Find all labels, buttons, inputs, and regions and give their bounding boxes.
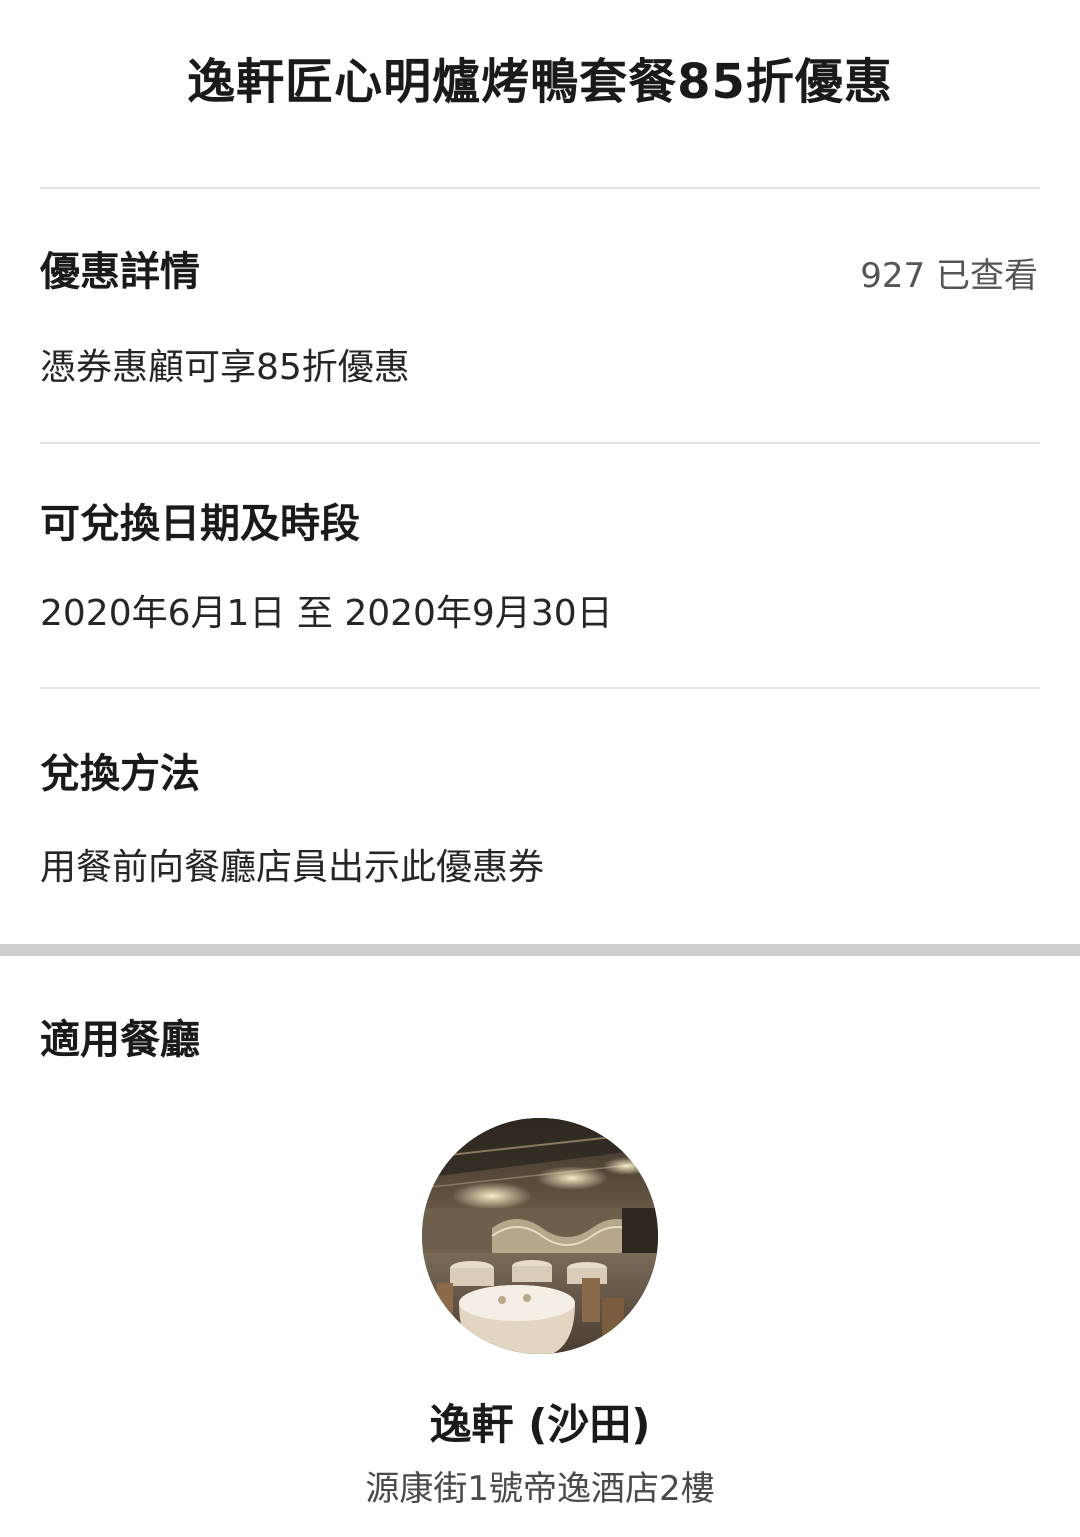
offer-title: 逸軒匠心明爐烤鴨套餐85折優惠 xyxy=(187,54,893,110)
redeem-method-heading: 兌換方法 xyxy=(40,751,200,797)
restaurant-name[interactable]: 逸軒 (沙田) xyxy=(0,1396,1080,1454)
section-separator xyxy=(0,944,1080,956)
divider xyxy=(40,687,1040,689)
redeem-period-text: 2020年6月1日 至 2020年9月30日 xyxy=(40,593,613,634)
restaurant-interior-image xyxy=(422,1118,658,1354)
view-count: 927 已查看 xyxy=(860,256,1038,296)
redeem-period-heading: 可兌換日期及時段 xyxy=(40,501,360,547)
restaurant-photo[interactable] xyxy=(422,1118,658,1354)
redeem-method-text: 用餐前向餐廳店員出示此優惠券 xyxy=(40,847,545,888)
divider xyxy=(40,442,1040,444)
restaurant-address: 源康街1號帝逸酒店2樓 xyxy=(365,1469,715,1509)
restaurant-card[interactable]: 逸軒 (沙田) 源康街1號帝逸酒店2樓 xyxy=(0,1110,1080,1530)
offer-details-heading: 優惠詳情 xyxy=(40,249,200,295)
divider xyxy=(40,187,1040,189)
applicable-restaurants-heading: 適用餐廳 xyxy=(40,1017,200,1063)
offer-details-text: 憑券惠顧可享85折優惠 xyxy=(40,347,410,388)
